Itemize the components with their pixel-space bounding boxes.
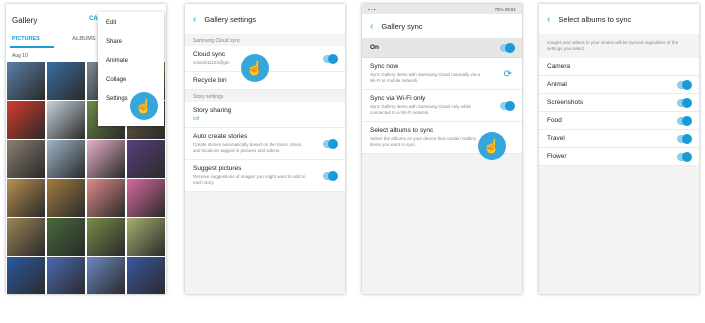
gallery-screen: Gallery PICTURES ALBUMS CA Aug 10 Edit S… <box>6 4 166 294</box>
auto-create-row[interactable]: Auto create stories Create stories autom… <box>185 128 345 160</box>
suggest-pictures-label: Suggest pictures <box>193 165 242 172</box>
album-animal-toggle[interactable] <box>677 79 692 90</box>
auto-create-toggle[interactable] <box>323 138 338 149</box>
header-action-partial[interactable]: CA <box>89 16 98 22</box>
albums-header: ‹ Select albums to sync <box>539 4 699 34</box>
sync-now-row[interactable]: Sync now Sync Gallery items with Samsung… <box>362 58 522 90</box>
photo-thumbnail[interactable] <box>47 179 85 217</box>
back-arrow-icon[interactable]: ‹ <box>193 14 196 25</box>
photo-thumbnail[interactable] <box>127 140 165 178</box>
story-sharing-value: Off <box>193 116 199 121</box>
tab-albums[interactable]: ALBUMS <box>72 36 96 42</box>
menu-item-share[interactable]: Share <box>98 33 164 52</box>
story-sharing-label: Story sharing <box>193 107 232 114</box>
photo-thumbnail[interactable] <box>47 101 85 139</box>
photo-thumbnail[interactable] <box>47 218 85 256</box>
photo-thumbnail[interactable] <box>87 218 125 256</box>
active-tab-indicator <box>10 46 54 48</box>
photo-thumbnail[interactable] <box>7 101 45 139</box>
photo-thumbnail[interactable] <box>47 257 85 294</box>
wifi-only-toggle[interactable] <box>500 100 515 111</box>
wifi-only-row[interactable]: Sync via Wi-Fi only Sync Gallery items w… <box>362 90 522 122</box>
back-arrow-icon[interactable]: ‹ <box>370 21 373 32</box>
cloud-sync-toggle[interactable] <box>323 53 338 64</box>
sync-now-desc: Sync Gallery items with Samsung Cloud ma… <box>370 72 481 83</box>
status-bar: ▪ ▫ ▪ 75% 09:51 <box>362 4 522 14</box>
status-battery-time: 75% 09:51 <box>494 6 516 12</box>
album-screenshots-label: Screenshots <box>547 99 584 106</box>
sync-header: ‹ Gallery sync <box>362 14 522 38</box>
tap-hand-icon: ☝ <box>241 54 269 82</box>
album-screenshots-row[interactable]: Screenshots <box>539 94 699 112</box>
album-flower-row[interactable]: Flower <box>539 148 699 166</box>
album-food-label: Food <box>547 117 562 124</box>
wifi-only-label: Sync via Wi-Fi only <box>370 95 426 102</box>
photo-thumbnail[interactable] <box>87 179 125 217</box>
photo-thumbnail[interactable] <box>7 140 45 178</box>
photo-thumbnail[interactable] <box>127 257 165 294</box>
section-story: Story settings <box>185 90 345 102</box>
master-switch-label: On <box>370 44 380 51</box>
album-flower-label: Flower <box>547 153 567 160</box>
photo-thumbnail[interactable] <box>7 179 45 217</box>
story-sharing-row[interactable]: Story sharing Off <box>185 102 345 128</box>
photo-thumbnail[interactable] <box>87 257 125 294</box>
photo-thumbnail[interactable] <box>7 62 45 100</box>
gallery-settings-screen: ‹ Gallery settings Samsung Cloud sync Cl… <box>185 4 345 294</box>
menu-item-collage[interactable]: Collage <box>98 71 164 90</box>
photo-thumbnail[interactable] <box>127 179 165 217</box>
album-food-row[interactable]: Food <box>539 112 699 130</box>
photo-thumbnail[interactable] <box>7 257 45 294</box>
photo-thumbnail[interactable] <box>7 218 45 256</box>
select-albums-screen: ‹ Select albums to sync Images and video… <box>539 4 699 294</box>
album-flower-toggle[interactable] <box>677 151 692 162</box>
album-animal-row[interactable]: Animal <box>539 76 699 94</box>
page-title: Select albums to sync <box>558 14 632 24</box>
photo-thumbnail[interactable] <box>47 140 85 178</box>
menu-item-animate[interactable]: Animate <box>98 52 164 71</box>
albums-description: Images and videos in your stories will b… <box>539 34 699 58</box>
page-title: Gallery sync <box>381 21 423 31</box>
album-screenshots-toggle[interactable] <box>677 97 692 108</box>
suggest-pictures-toggle[interactable] <box>323 170 338 181</box>
gallery-sync-screen: ▪ ▫ ▪ 75% 09:51 ‹ Gallery sync On Sync n… <box>362 4 522 294</box>
photo-thumbnail[interactable] <box>127 218 165 256</box>
album-travel-label: Travel <box>547 135 565 142</box>
recycle-bin-label: Recycle bin <box>193 77 227 84</box>
back-arrow-icon[interactable]: ‹ <box>547 14 550 25</box>
wifi-only-desc: Sync Gallery items with Samsung Cloud on… <box>370 104 472 115</box>
menu-item-edit[interactable]: Edit <box>98 14 164 33</box>
master-switch-row[interactable]: On <box>362 38 522 58</box>
album-travel-row[interactable]: Travel <box>539 130 699 148</box>
section-cloud: Samsung Cloud sync <box>185 34 345 46</box>
photo-thumbnail[interactable] <box>47 62 85 100</box>
tap-hand-icon: ☝ <box>478 132 506 160</box>
album-camera-label: Camera <box>547 63 571 70</box>
master-switch-toggle[interactable] <box>500 42 515 53</box>
suggest-pictures-row[interactable]: Suggest pictures Receive suggestions of … <box>185 160 345 192</box>
cloud-sync-label: Cloud sync <box>193 51 226 58</box>
tap-hand-icon: ☝ <box>130 92 158 120</box>
sync-icon[interactable]: ⟳ <box>504 69 512 80</box>
auto-create-desc: Create stories automatically based on th… <box>193 142 303 153</box>
album-travel-toggle[interactable] <box>677 133 692 144</box>
tab-pictures[interactable]: PICTURES <box>12 36 40 42</box>
album-camera-row[interactable]: Camera <box>539 58 699 76</box>
album-food-toggle[interactable] <box>677 115 692 126</box>
gallery-title: Gallery <box>12 16 38 25</box>
settings-header: ‹ Gallery settings <box>185 4 345 34</box>
auto-create-label: Auto create stories <box>193 133 248 140</box>
date-label: Aug 10 <box>12 53 28 59</box>
page-title: Gallery settings <box>204 14 257 24</box>
suggest-pictures-desc: Receive suggestions of images you might … <box>193 174 306 185</box>
sync-now-label: Sync now <box>370 63 399 70</box>
notification-icons: ▪ ▫ ▪ <box>368 6 376 12</box>
photo-thumbnail[interactable] <box>87 140 125 178</box>
album-animal-label: Animal <box>547 81 567 88</box>
